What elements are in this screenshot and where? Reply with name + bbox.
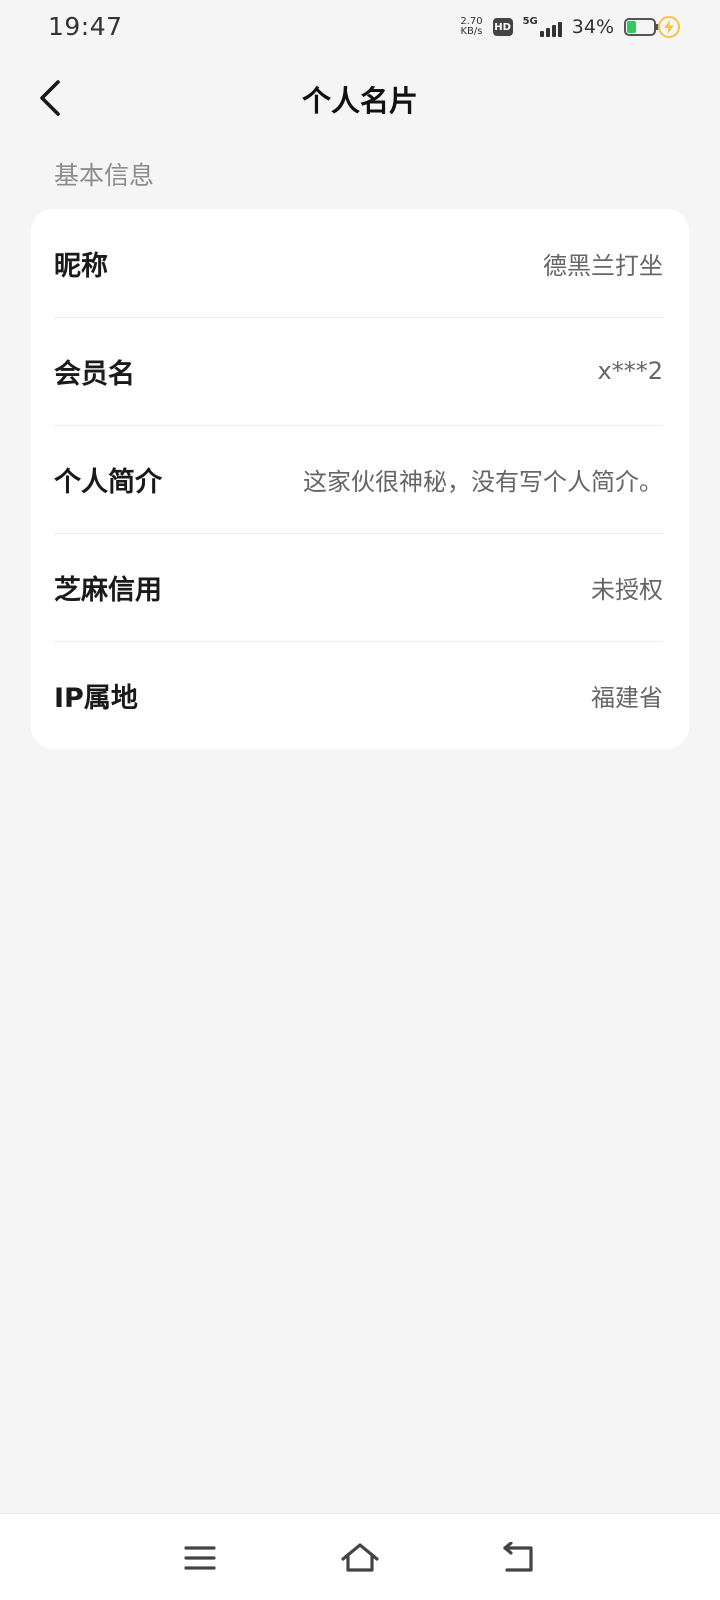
row-label: 昵称 [54,250,108,282]
member-name-row[interactable]: 会员名 x***2 [31,317,689,425]
row-value: 未授权 [591,575,663,604]
sesame-credit-row[interactable]: 芝麻信用 未授权 [31,533,689,641]
network-speed: 2.70 KB/s [460,17,482,37]
header: 个人名片 [0,60,720,136]
system-nav-bar [0,1513,720,1600]
signal-bar [557,22,562,37]
nickname-row[interactable]: 昵称 德黑兰打坐 [31,209,689,317]
row-value: 德黑兰打坐 [543,251,663,280]
back-icon [503,1542,533,1572]
row-value: 这家伙很神秘，没有写个人简介。 [303,467,663,496]
section-label: 基本信息 [54,161,155,190]
back-nav-button[interactable] [494,1534,542,1582]
row-value: 福建省 [591,683,663,712]
ip-location-row[interactable]: IP属地 福建省 [31,641,689,749]
network-speed-unit: KB/s [460,26,483,37]
battery-level [627,21,636,33]
network-type-label: 5G [522,16,538,27]
row-label: 个人简介 [54,466,162,498]
bio-row[interactable]: 个人简介 这家伙很神秘，没有写个人简介。 [31,425,689,533]
status-time: 19:47 [48,12,123,41]
battery-icon [624,18,659,36]
home-button[interactable] [336,1534,384,1582]
status-indicators: 2.70 KB/s HD 5G 34% [460,14,659,40]
signal-bar [551,25,556,37]
home-icon [341,1543,379,1572]
charging-icon [658,16,680,38]
menu-icon [184,1546,216,1570]
row-label: 会员名 [54,358,135,390]
signal-icon: 5G [523,17,562,37]
basic-info-card: 昵称 德黑兰打坐 会员名 x***2 个人简介 这家伙很神秘，没有写个人简介。 … [31,209,689,749]
hd-icon: HD [492,18,513,36]
page-title: 个人名片 [301,84,418,118]
battery-percent: 34% [571,16,614,38]
menu-button[interactable] [176,1534,224,1582]
status-bar: 19:47 2.70 KB/s HD 5G 34% [0,0,720,56]
row-label: IP属地 [54,682,138,714]
signal-bar [539,31,544,37]
row-label: 芝麻信用 [54,574,162,606]
row-value: x***2 [597,357,663,385]
signal-bar [545,28,550,37]
